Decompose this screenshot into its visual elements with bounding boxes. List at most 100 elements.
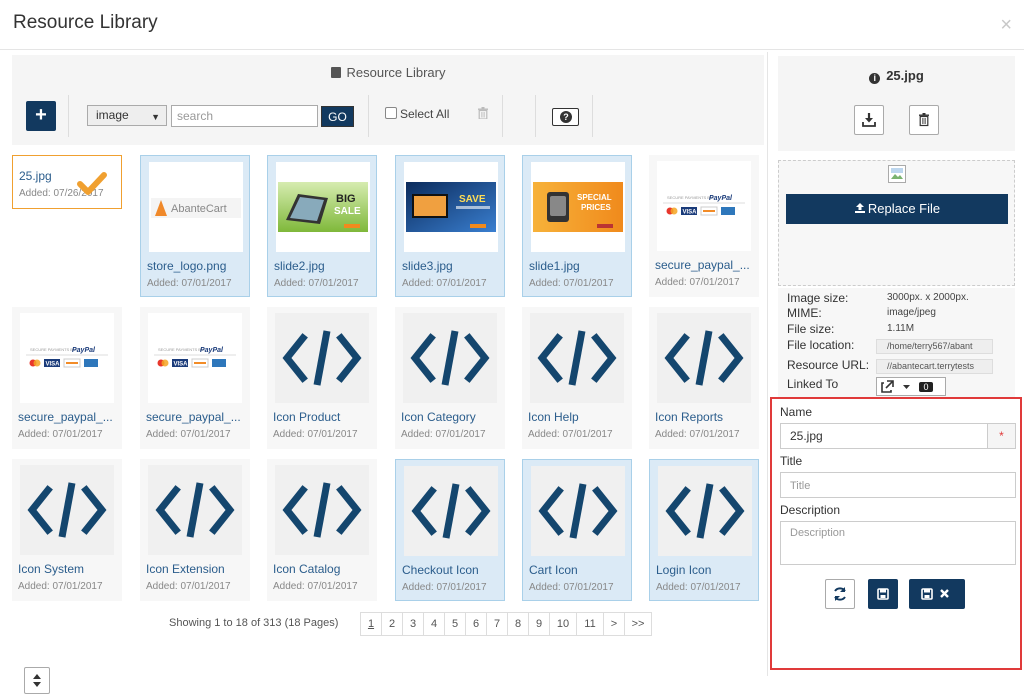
reset-button[interactable]	[825, 579, 855, 609]
help-button[interactable]: ?	[552, 108, 579, 126]
resource-date: Added: 07/01/2017	[273, 429, 358, 440]
search-input[interactable]	[171, 105, 318, 127]
resource-tile[interactable]: 25.jpg Added: 07/26/2017	[12, 155, 122, 209]
code-icon	[664, 330, 744, 386]
file-metadata: Image size: 3000px. x 2000px. MIME: imag…	[778, 288, 1015, 398]
paypal-badge-thumb: SECURE PAYMENTS BYPayPal VISA	[154, 347, 236, 368]
resource-tile[interactable]: SAVE slide3.jpg Added: 07/01/2017	[395, 155, 505, 297]
resource-thumbnail	[531, 466, 625, 556]
description-textarea[interactable]	[780, 521, 1016, 565]
resource-thumbnail	[404, 466, 498, 556]
name-input[interactable]	[780, 423, 988, 449]
go-button[interactable]: GO	[321, 106, 354, 127]
code-icon	[665, 483, 745, 539]
svg-text:SALE: SALE	[334, 206, 361, 217]
code-icon	[537, 330, 617, 386]
sort-button[interactable]	[24, 667, 50, 694]
resource-tile[interactable]: Icon Product Added: 07/01/2017	[267, 307, 377, 449]
add-resource-button[interactable]: +	[26, 101, 56, 131]
resource-tile[interactable]: Icon Help Added: 07/01/2017	[522, 307, 632, 449]
close-icon[interactable]: ×	[1000, 14, 1012, 37]
resource-tile[interactable]: SPECIAL PRICES slide1.jpg Added: 07/01/2017	[522, 155, 632, 297]
linked-to-label: Linked To	[787, 377, 839, 391]
file-location-field[interactable]: /home/terry567/abant	[876, 339, 993, 354]
page-link[interactable]: 1	[360, 612, 382, 636]
resource-tile[interactable]: SECURE PAYMENTS BY PayPal VISA secure_paypa…	[140, 307, 250, 449]
resource-tile[interactable]: Cart Icon Added: 07/01/2017	[522, 459, 632, 601]
resource-tile[interactable]: AbanteCart store_logo.png Added: 07/01/201…	[140, 155, 250, 297]
page-link[interactable]: 9	[528, 612, 550, 636]
resource-date: Added: 07/01/2017	[18, 429, 103, 440]
resource-date: Added: 07/01/2017	[655, 429, 740, 440]
page-link[interactable]: 6	[465, 612, 487, 636]
code-icon	[410, 330, 490, 386]
save-and-close-button[interactable]	[909, 579, 965, 609]
resource-name: slide2.jpg	[274, 259, 325, 273]
resource-date: Added: 07/01/2017	[147, 278, 232, 289]
resource-tile[interactable]: SECURE PAYMENTS BY PayPal VISA secure_paypa…	[649, 155, 759, 297]
resource-thumbnail	[275, 313, 369, 403]
library-heading-text: Resource Library	[346, 65, 446, 80]
resource-tile[interactable]: Login Icon Added: 07/01/2017	[649, 459, 759, 601]
required-indicator: *	[987, 423, 1016, 449]
resource-thumbnail	[275, 465, 369, 555]
toolbar-divider	[502, 95, 503, 137]
floppy-icon	[877, 588, 889, 600]
resource-thumbnail	[657, 313, 751, 403]
page-link[interactable]: 8	[507, 612, 529, 636]
svg-text:VISA: VISA	[174, 362, 189, 368]
page-link[interactable]: 5	[444, 612, 466, 636]
resource-name: Login Icon	[656, 563, 712, 577]
resource-date: Added: 07/01/2017	[401, 429, 486, 440]
library-toolbar: + image ▼ GO Select All ?	[12, 90, 764, 145]
svg-text:SPECIAL: SPECIAL	[577, 193, 612, 202]
resource-tile[interactable]: SECURE PAYMENTS BY PayPal VISA secure_paypa…	[12, 307, 122, 449]
slide-thumb: SAVE	[406, 182, 496, 232]
refresh-icon	[834, 587, 846, 601]
toolbar-divider	[592, 95, 593, 137]
resource-thumbnail	[530, 313, 624, 403]
resource-tile[interactable]: Icon Category Added: 07/01/2017	[395, 307, 505, 449]
resource-date: Added: 07/01/2017	[274, 278, 359, 289]
download-button[interactable]	[854, 105, 884, 135]
page-link[interactable]: 4	[423, 612, 445, 636]
resource-type-value: image	[96, 108, 129, 122]
resource-tile[interactable]: BIG SALE slide2.jpg Added: 07/01/2017	[267, 155, 377, 297]
resource-date: Added: 07/01/2017	[273, 581, 358, 592]
page-link[interactable]: >	[603, 612, 625, 636]
select-all-checkbox[interactable]	[385, 107, 397, 119]
page-link[interactable]: 11	[576, 612, 604, 636]
page-link[interactable]: 10	[549, 612, 577, 636]
resource-tile[interactable]: Icon Reports Added: 07/01/2017	[649, 307, 759, 449]
delete-file-button[interactable]	[909, 105, 939, 135]
save-button[interactable]	[868, 579, 898, 609]
replace-file-button[interactable]: Replace File	[786, 194, 1008, 224]
resource-tile[interactable]: Checkout Icon Added: 07/01/2017	[395, 459, 505, 601]
slide-thumb: SPECIALPRICES	[533, 182, 623, 232]
page-link[interactable]: 3	[402, 612, 424, 636]
edit-form: Name * Title Description	[770, 397, 1022, 670]
file-location-label: File location:	[787, 338, 855, 352]
resource-tile[interactable]: Icon Catalog Added: 07/01/2017	[267, 459, 377, 601]
resource-thumbnail: SPECIAL PRICES	[531, 162, 625, 252]
library-heading: Resource Library	[12, 55, 764, 90]
page-link[interactable]: >>	[624, 612, 652, 636]
toolbar-divider	[68, 95, 69, 137]
resource-url-label: Resource URL:	[787, 358, 870, 372]
pagination-summary: Showing 1 to 18 of 313 (18 Pages)	[169, 617, 339, 629]
resource-name: Icon System	[18, 562, 85, 576]
page-link[interactable]: 7	[486, 612, 508, 636]
resource-date: Added: 07/01/2017	[18, 581, 103, 592]
linked-to-button[interactable]: 0	[876, 377, 946, 396]
title-input[interactable]	[780, 472, 1016, 498]
resource-thumbnail	[20, 465, 114, 555]
page-link[interactable]: 2	[381, 612, 403, 636]
resource-tile[interactable]: Icon System Added: 07/01/2017	[12, 459, 122, 601]
resource-type-select[interactable]: image ▼	[87, 105, 167, 126]
book-icon	[330, 67, 341, 78]
resource-url-field[interactable]: //abantecart.terrytests	[876, 359, 993, 374]
toolbar-divider	[535, 95, 536, 137]
resource-name: secure_paypal_...	[146, 410, 241, 424]
delete-selected-icon[interactable]	[478, 107, 488, 119]
resource-tile[interactable]: Icon Extension Added: 07/01/2017	[140, 459, 250, 601]
